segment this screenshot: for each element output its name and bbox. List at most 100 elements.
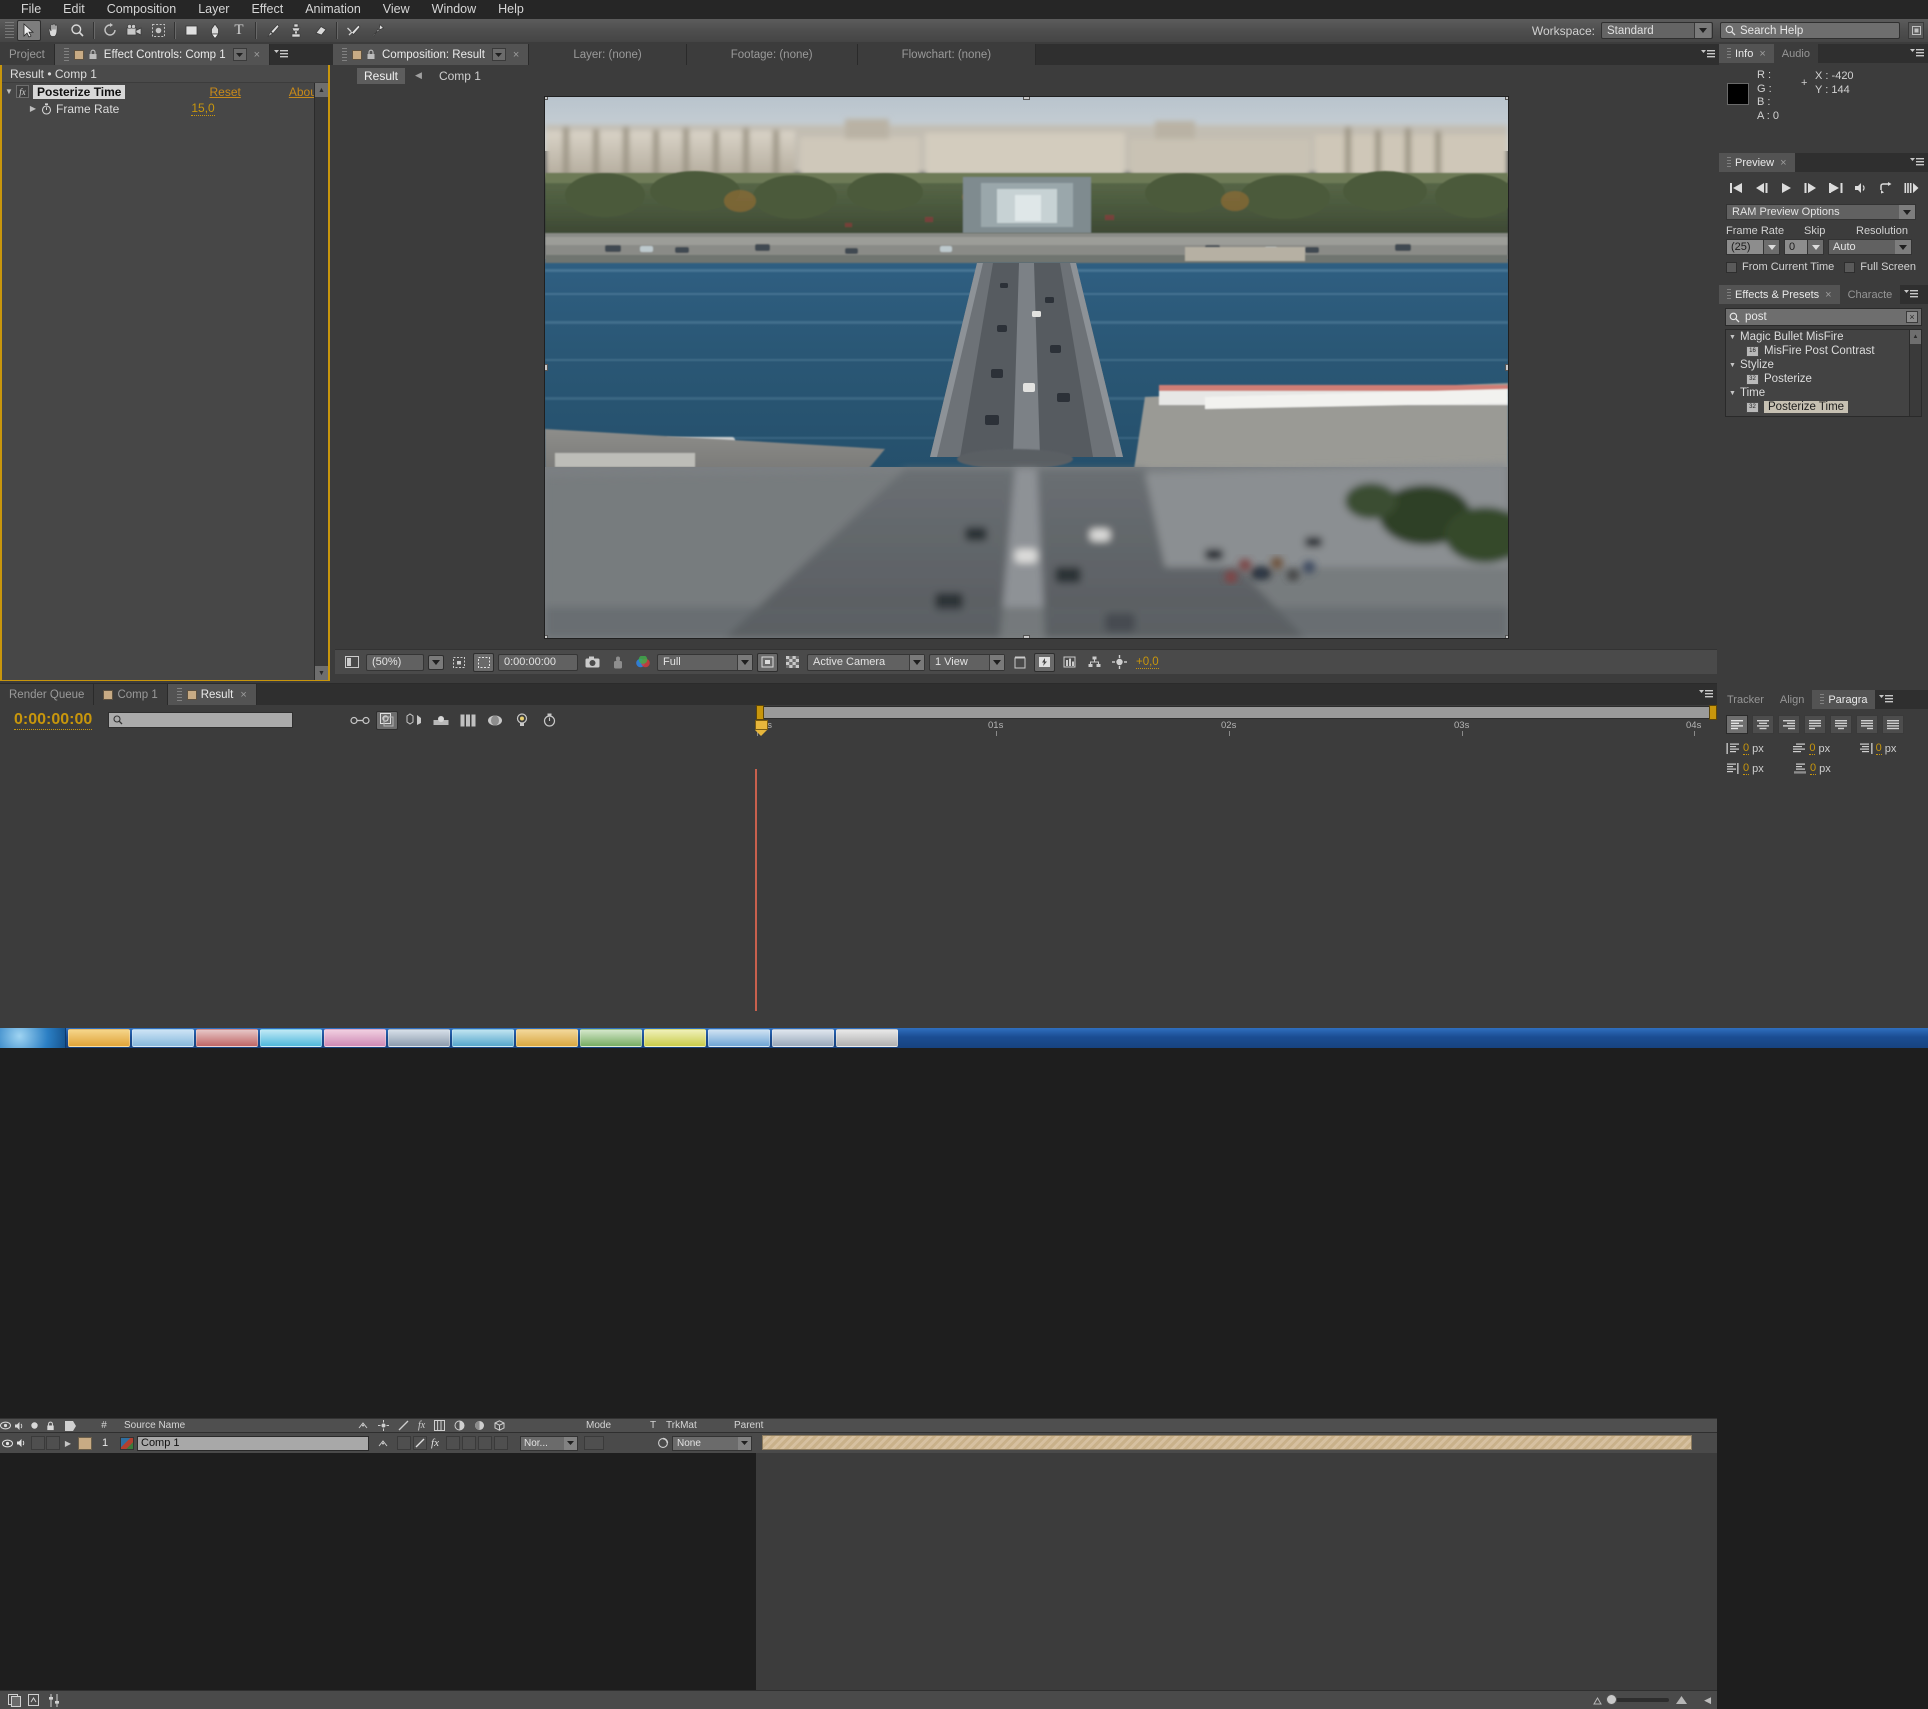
space-before-value[interactable]: 0 (1743, 762, 1750, 775)
tab-paragraph[interactable]: Paragra (1812, 690, 1876, 709)
comp-handle-bl[interactable] (544, 635, 548, 638)
indent-left-field[interactable]: 0 px (1726, 742, 1788, 755)
clone-stamp-tool[interactable] (284, 20, 308, 41)
indent-right-field[interactable]: 0 px (1859, 742, 1921, 755)
graph-editor-toggle-icon[interactable] (48, 1693, 61, 1707)
hand-tool[interactable] (41, 20, 65, 41)
work-area-start-handle[interactable] (756, 705, 764, 720)
list-item[interactable]: 32 Posterize (1726, 372, 1921, 386)
layer-collapse-switch[interactable] (397, 1436, 411, 1450)
resolution-select[interactable]: Full (657, 653, 753, 671)
effect-property-row[interactable]: ▶ Frame Rate 15,0 (2, 100, 328, 117)
layer-label-color[interactable] (78, 1436, 92, 1450)
menu-help[interactable]: Help (487, 0, 535, 19)
align-center-button[interactable] (1752, 715, 1774, 734)
clear-search-icon[interactable]: × (1906, 311, 1918, 323)
column-trkmat[interactable]: TrkMat (666, 1420, 734, 1431)
tab-grip[interactable] (1727, 288, 1731, 301)
menu-view[interactable]: View (372, 0, 421, 19)
viewer-tab-comp-1[interactable]: Comp 1 (432, 68, 488, 84)
timeline-link-icon[interactable] (1059, 653, 1080, 672)
timeline-scroll-left-icon[interactable]: ◀ (1704, 1695, 1711, 1706)
comp-flowchart-icon[interactable] (1084, 653, 1105, 672)
pixel-aspect-correction-icon[interactable] (1009, 653, 1030, 672)
timeline-current-time[interactable]: 0:00:00:00 (14, 711, 93, 730)
frame-rate-field[interactable]: (25) (1726, 239, 1780, 255)
motion-blur-switch-icon[interactable] (454, 1420, 465, 1431)
effects-switch-icon[interactable]: fx (418, 1420, 425, 1431)
viewer-timecode[interactable]: 0:00:00:00 (498, 653, 578, 671)
parent-pickwhip-icon[interactable] (654, 1437, 672, 1449)
panel-menu-icon[interactable] (1906, 153, 1928, 172)
lock-icon[interactable] (88, 49, 98, 60)
layer-effects-switch[interactable]: fx (427, 1437, 443, 1449)
taskbar-item[interactable] (580, 1029, 642, 1047)
justify-last-right-button[interactable] (1856, 715, 1878, 734)
tab-grip[interactable] (63, 48, 69, 61)
from-current-time-checkbox[interactable]: From Current Time (1726, 261, 1834, 273)
target-region-icon[interactable] (757, 652, 778, 672)
close-icon[interactable]: × (1759, 48, 1765, 60)
justify-last-left-button[interactable] (1804, 715, 1826, 734)
time-ruler[interactable]: 0s 01s 02s 03s 04s (755, 683, 1717, 736)
selection-tool[interactable] (17, 20, 41, 41)
ram-preview-options-select[interactable]: RAM Preview Options (1726, 204, 1916, 220)
taskbar-item[interactable] (708, 1029, 770, 1047)
type-tool[interactable]: T (227, 20, 251, 41)
camera-view-select[interactable]: Active Camera (807, 653, 925, 671)
shy-switch-icon[interactable] (358, 1421, 369, 1430)
layer-solo-toggle[interactable] (31, 1436, 45, 1450)
chevron-down-icon[interactable] (1764, 239, 1780, 255)
workspace-select[interactable]: Standard (1601, 22, 1713, 39)
disclosure-triangle-icon[interactable]: ▶ (26, 104, 40, 113)
layer-mode-select[interactable]: Nor... (520, 1435, 578, 1451)
menu-file[interactable]: File (10, 0, 52, 19)
menu-animation[interactable]: Animation (294, 0, 372, 19)
chevron-down-icon[interactable] (909, 654, 924, 670)
list-item-selected[interactable]: 32 Posterize Time (1726, 400, 1921, 414)
work-area-end-handle[interactable] (1709, 705, 1717, 720)
layer-audio-toggle[interactable] (14, 1438, 30, 1448)
region-of-interest-icon[interactable] (473, 652, 494, 672)
comp-handle-ml[interactable] (544, 364, 548, 371)
hide-shy-layers-icon[interactable] (28, 1693, 42, 1707)
checkbox[interactable] (1844, 261, 1856, 273)
column-t[interactable]: T (650, 1420, 666, 1431)
transparency-grid-icon[interactable] (782, 653, 803, 672)
checkbox[interactable] (1726, 261, 1737, 273)
column-index[interactable]: # (90, 1420, 118, 1431)
first-frame-button[interactable] (1726, 179, 1746, 197)
frame-rate-value[interactable]: (25) (1726, 239, 1764, 255)
quality-switch-icon[interactable] (398, 1420, 409, 1431)
menu-window[interactable]: Window (421, 0, 487, 19)
panel-menu-icon[interactable] (1900, 285, 1922, 304)
three-d-switch-icon[interactable] (494, 1420, 505, 1431)
pen-tool[interactable] (203, 20, 227, 41)
layer-adjustment-switch[interactable] (478, 1436, 492, 1450)
layer-3d-switch[interactable] (494, 1436, 508, 1450)
timeline-graph-area[interactable] (756, 1453, 1717, 1690)
taskbar-item[interactable] (772, 1029, 834, 1047)
graph-editor-icon[interactable] (430, 711, 452, 730)
motion-blur-icon[interactable] (403, 711, 425, 730)
eraser-tool[interactable] (308, 20, 332, 41)
eye-icon[interactable] (0, 1421, 14, 1430)
channel-rgb-icon[interactable] (632, 653, 653, 672)
exposure-value[interactable]: +0,0 (1136, 656, 1159, 669)
panel-menu-icon[interactable] (1697, 44, 1719, 65)
fast-previews-icon[interactable] (1034, 652, 1055, 672)
tab-grip[interactable] (1820, 693, 1825, 706)
comp-handle-mr[interactable] (1504, 364, 1508, 371)
chevron-down-icon[interactable] (989, 654, 1004, 670)
taskbar-item[interactable] (452, 1029, 514, 1047)
home-icon[interactable] (1908, 22, 1924, 39)
tab-character[interactable]: Characte (1839, 285, 1901, 304)
chevron-down-icon[interactable] (738, 1436, 751, 1450)
tab-align[interactable]: Align (1771, 690, 1813, 709)
layer-source-name[interactable]: Comp 1 (137, 1435, 369, 1451)
list-item[interactable]: ▼ Stylize (1726, 358, 1921, 372)
timeline-zoom-slider[interactable] (1592, 1694, 1688, 1705)
last-frame-button[interactable] (1826, 179, 1846, 197)
label-color-icon[interactable] (64, 1420, 90, 1432)
justify-all-button[interactable] (1882, 715, 1904, 734)
